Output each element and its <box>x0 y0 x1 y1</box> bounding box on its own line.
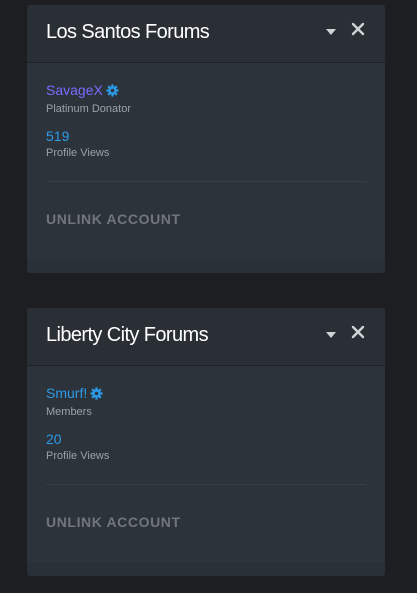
unlink-account-button[interactable]: UNLINK ACCOUNT <box>46 211 181 227</box>
username-link[interactable]: SavageX <box>46 82 103 98</box>
chevron-down-icon[interactable] <box>326 29 336 35</box>
panel-body: Smurf! Members 20 Profile Views UNLINK A… <box>27 383 385 532</box>
user-rank: Members <box>46 406 92 418</box>
verified-badge-icon <box>106 83 119 97</box>
forum-panel-los-santos: Los Santos Forums SavageX Platinum Donat… <box>27 5 385 273</box>
divider <box>46 484 366 485</box>
user-row: Smurf! <box>46 383 366 403</box>
profile-views-label: Profile Views <box>46 147 110 159</box>
forum-panel-liberty-city: Liberty City Forums Smurf! Members 20 Pr… <box>27 308 385 576</box>
panel-title: Los Santos Forums <box>46 21 210 43</box>
panel-footer <box>27 259 385 273</box>
close-icon[interactable] <box>351 22 365 36</box>
verified-badge-icon <box>90 386 103 400</box>
profile-views-count: 20 <box>46 431 62 447</box>
user-rank: Platinum Donator <box>46 103 131 115</box>
profile-views-count: 519 <box>46 128 70 144</box>
user-row: SavageX <box>46 80 366 100</box>
panel-title: Liberty City Forums <box>46 324 209 346</box>
unlink-account-button[interactable]: UNLINK ACCOUNT <box>46 514 181 530</box>
username-link[interactable]: Smurf! <box>46 385 87 401</box>
profile-views-label: Profile Views <box>46 450 110 462</box>
panel-footer <box>27 562 385 576</box>
divider <box>46 181 366 182</box>
chevron-down-icon[interactable] <box>326 332 336 338</box>
panel-header: Liberty City Forums <box>27 308 385 366</box>
panel-body: SavageX Platinum Donator 519 Profile Vie… <box>27 80 385 229</box>
panel-header: Los Santos Forums <box>27 5 385 63</box>
close-icon[interactable] <box>351 325 365 339</box>
